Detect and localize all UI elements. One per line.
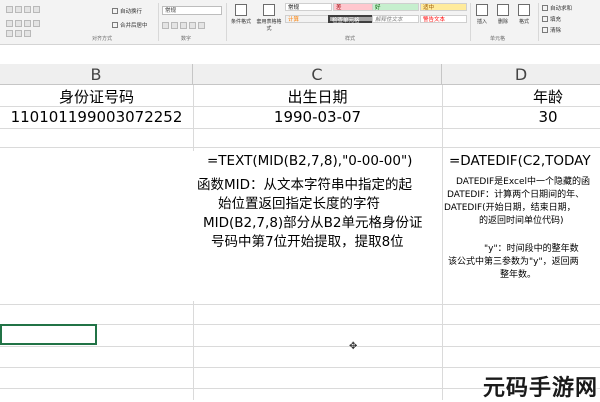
cells-group-label: 单元格 [490, 36, 506, 42]
format-as-table-button[interactable]: 套用表格格式 [256, 3, 282, 33]
formula-text-c: =TEXT(MID(B2,7,8),"0-00-00") [207, 153, 413, 169]
note-line-d: 整年数。 [500, 270, 537, 280]
note-line-c: 始位置返回指定长度的字符 [218, 196, 380, 212]
cell-d1[interactable]: 年龄 [442, 86, 600, 107]
cell-b1[interactable]: 身份证号码 [0, 86, 193, 107]
insert-button[interactable]: 插入 [472, 3, 492, 33]
separator [158, 3, 159, 41]
formula-text-d: =DATEDIF(C2,TODAY [449, 153, 591, 169]
delete-icon [497, 4, 509, 16]
style-normal[interactable]: 常规 [285, 3, 332, 11]
worksheet-grid[interactable]: 身份证号码 出生日期 年龄 110101199003072252 1990-03… [0, 85, 600, 400]
align-top-row[interactable] [6, 4, 42, 14]
ribbon: 自动换行 合并后居中 对齐方式 常规 数字 条件格式 套用表格格式 常规 差 好… [0, 0, 600, 45]
eraser-icon [542, 27, 548, 33]
note-line-c: 函数MID：从文本字符串中指定的起 [197, 177, 413, 193]
note-line-c: MID(B2,7,8)部分从B2单元格身份证 [203, 215, 423, 231]
align-middle-row[interactable] [6, 18, 42, 28]
delete-button[interactable]: 删除 [493, 3, 513, 33]
separator [538, 3, 539, 41]
fill-down-icon [542, 16, 548, 22]
note-box-d: =DATEDIF(C2,TODAY DATEDIF是Excel中一个隐藏的函 D… [443, 151, 600, 301]
styles-group-label: 样式 [345, 36, 356, 42]
column-header-b[interactable]: B [0, 64, 193, 85]
note-line-d: 该公式中第三参数为"y"，返回两 [448, 257, 579, 267]
number-tools-row[interactable] [162, 20, 207, 30]
column-header-c[interactable]: C [193, 64, 442, 85]
format-button[interactable]: 格式 [514, 3, 534, 33]
cell-c1[interactable]: 出生日期 [193, 86, 442, 107]
cell-c2[interactable]: 1990-03-07 [193, 108, 442, 126]
format-icon [518, 4, 530, 16]
gridline [0, 304, 600, 305]
number-group-label: 数字 [181, 36, 192, 42]
autosum-button[interactable]: 自动求和 [542, 3, 572, 13]
merge-icon [112, 22, 118, 28]
conditional-format-button[interactable]: 条件格式 [228, 3, 254, 33]
alignment-group-label: 对齐方式 [92, 36, 113, 42]
style-calc[interactable]: 计算 [285, 15, 332, 23]
note-box-c: =TEXT(MID(B2,7,8),"0-00-00") 函数MID：从文本字符… [193, 151, 442, 301]
gridline [0, 367, 600, 368]
merge-center-button[interactable]: 合并后居中 [112, 20, 148, 30]
style-neutral[interactable]: 适中 [420, 3, 467, 11]
wrap-text-icon [112, 8, 118, 14]
note-line-d: 的返回时间单位代码) [479, 216, 564, 226]
separator [226, 3, 227, 41]
note-line-d: "y"：时间段中的整年数 [484, 244, 579, 254]
note-line-c: 号码中第7位开始提取，提取8位 [211, 234, 404, 250]
formula-bar-area[interactable] [0, 45, 600, 65]
clear-button[interactable]: 清除 [542, 25, 561, 35]
note-line-d: DATEDIF：计算两个日期间的年、 [447, 190, 585, 200]
column-header-d[interactable]: D [442, 64, 600, 85]
note-line-d: DATEDIF(开始日期，结束日期， [444, 203, 576, 213]
fill-button[interactable]: 填充 [542, 14, 561, 24]
watermark: 元码手游网 [483, 376, 599, 401]
style-good[interactable]: 好 [372, 3, 419, 11]
cell-b2[interactable]: 110101199003072252 [0, 108, 193, 126]
insert-icon [476, 4, 488, 16]
style-check[interactable]: 检查单元格 [328, 15, 375, 24]
number-format-select[interactable]: 常规 [162, 6, 222, 15]
gridline [0, 128, 600, 129]
indent-row[interactable] [6, 28, 33, 38]
separator [470, 3, 471, 41]
cell-d2[interactable]: 30 [442, 108, 600, 126]
note-line-d: DATEDIF是Excel中一个隐藏的函 [456, 177, 591, 187]
conditional-format-icon [235, 4, 247, 16]
sigma-icon [542, 5, 548, 11]
gridline [0, 147, 600, 148]
style-explain[interactable]: 解释性文本 [372, 15, 419, 23]
cursor-icon: ✥ [349, 341, 358, 352]
style-warning[interactable]: 警告文本 [420, 15, 467, 23]
table-icon [263, 4, 275, 16]
selected-cell[interactable] [0, 324, 97, 345]
wrap-text-button[interactable]: 自动换行 [112, 6, 142, 16]
gridline [0, 346, 600, 347]
